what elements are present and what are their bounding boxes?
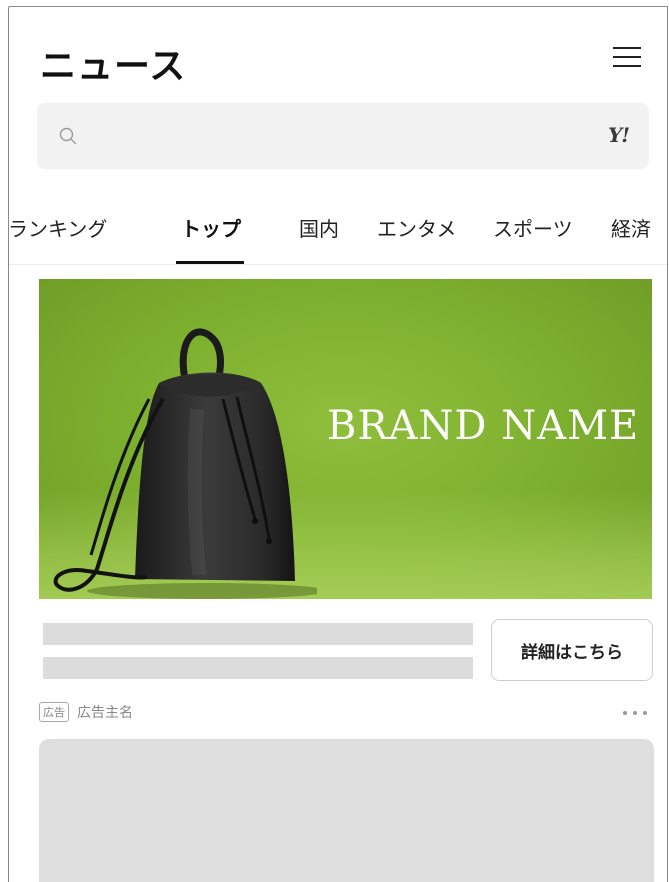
app-frame: ニュース Y! ランキング トップ 国内 エンタメ スポーツ 経済 BRAND …: [8, 6, 668, 882]
tab-entertainment[interactable]: エンタメ: [377, 213, 456, 242]
tab-top[interactable]: トップ: [181, 213, 241, 242]
page-title: ニュース: [40, 46, 187, 87]
category-tabs: ランキング トップ 国内 エンタメ スポーツ 経済: [9, 197, 667, 265]
search-bar: Y!: [37, 103, 649, 169]
brand-name: BRAND NAME: [327, 403, 640, 449]
search-input[interactable]: [89, 115, 569, 157]
ad-badge: 広告: [39, 702, 69, 722]
yahoo-logo: Y!: [607, 123, 630, 147]
tab-sports[interactable]: スポーツ: [493, 213, 573, 242]
hamburger-menu-icon[interactable]: [613, 45, 641, 69]
tab-ranking[interactable]: ランキング: [9, 213, 107, 242]
content-card-placeholder: [39, 739, 654, 882]
more-horizontal-icon[interactable]: [621, 709, 649, 717]
tab-domestic[interactable]: 国内: [299, 213, 339, 242]
ad-title-placeholder-line: [43, 657, 473, 679]
search-icon: [59, 127, 77, 145]
ad-meta: 広告 広告主名: [39, 701, 133, 723]
active-tab-indicator: [176, 261, 244, 264]
backpack-image: [53, 328, 317, 599]
tab-economy[interactable]: 経済: [611, 213, 651, 242]
details-button[interactable]: 詳細はこちら: [491, 619, 653, 681]
advertiser-name: 広告主名: [77, 705, 133, 721]
ad-banner-image[interactable]: BRAND NAME: [39, 279, 652, 599]
ad-title-placeholder-line: [43, 623, 473, 645]
header: ニュース: [9, 7, 667, 97]
